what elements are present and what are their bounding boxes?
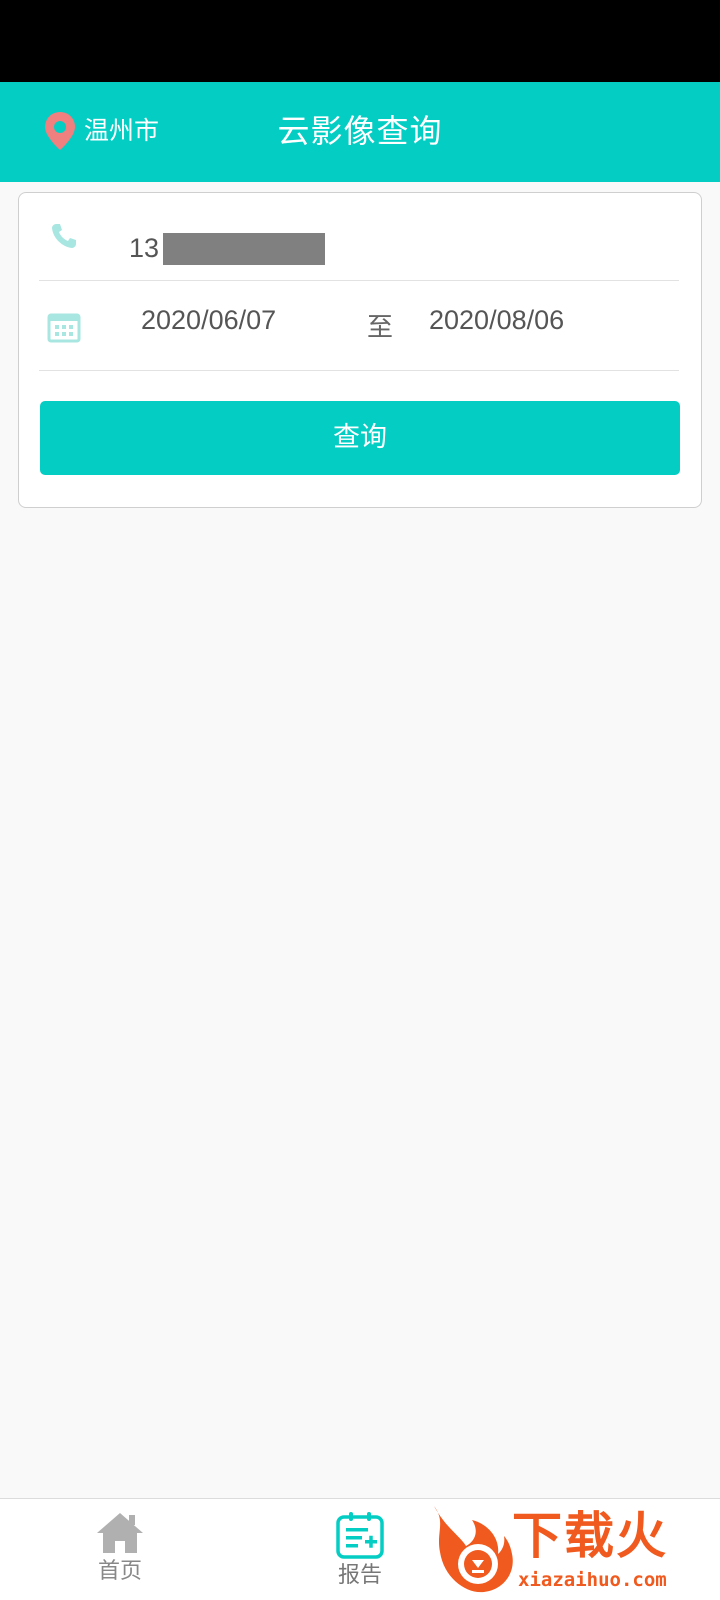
app-header: 温州市 云影像查询: [0, 82, 720, 182]
watermark-brand: 下载火: [512, 1507, 668, 1565]
date-range-row: 2020/06/07 至 2020/08/06: [39, 281, 679, 371]
home-icon: [97, 1513, 143, 1553]
phone-field[interactable]: 13: [129, 231, 159, 265]
phone-row[interactable]: 13: [39, 193, 679, 281]
page-title: 云影像查询: [277, 112, 443, 150]
flame-logo-icon: [434, 1506, 513, 1593]
redacted-phone-digits: [163, 233, 325, 265]
phone-icon: [52, 224, 76, 248]
tab-report-label: 报告: [337, 1563, 382, 1588]
status-bar: [0, 0, 720, 82]
tab-home[interactable]: 首页: [70, 1511, 170, 1587]
end-date-field[interactable]: 2020/08/06: [429, 303, 564, 337]
tab-report[interactable]: 报告: [310, 1511, 410, 1591]
tab-home-label: 首页: [97, 1559, 142, 1584]
calendar-icon: [47, 313, 81, 343]
query-card: 13 2020/06/07 至 2020/08/06 查询: [18, 192, 702, 508]
start-date-field[interactable]: 2020/06/07: [141, 303, 276, 337]
report-icon: [336, 1512, 384, 1559]
date-separator: 至: [367, 313, 394, 343]
query-button[interactable]: 查询: [40, 401, 680, 475]
watermark-url: xiazaihuo.com: [518, 1569, 667, 1591]
watermark: 下载火 xiazaihuo.com: [426, 1502, 720, 1600]
